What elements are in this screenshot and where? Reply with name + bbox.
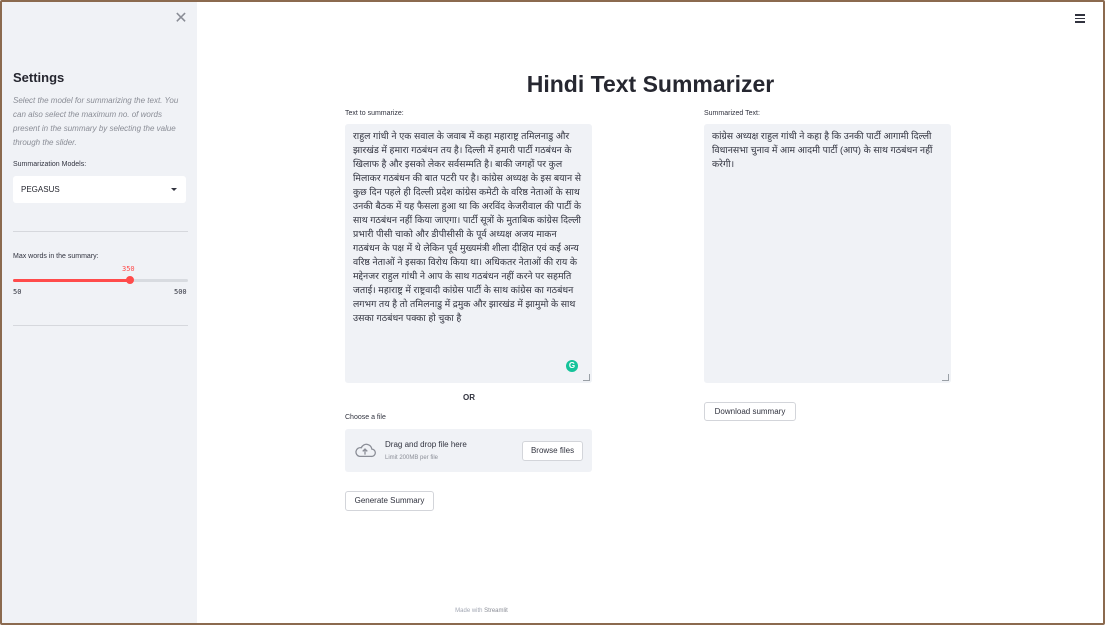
input-text-label: Text to summarize: (345, 110, 404, 117)
page-title: Hindi Text Summarizer (526, 71, 775, 97)
summary-text: कांग्रेस अध्यक्ष राहुल गांधी ने कहा है क… (712, 131, 933, 169)
app-window: ✕ Settings Select the model for summariz… (0, 0, 1105, 625)
hamburger-menu-icon[interactable] (1075, 14, 1085, 25)
slider-label: Max words in the summary: (13, 253, 99, 260)
or-separator: OR (463, 393, 475, 402)
dropzone-title: Drag and drop file here (385, 440, 467, 449)
chevron-down-icon (171, 188, 177, 191)
slider-fill (13, 279, 130, 282)
sidebar-divider (13, 325, 188, 326)
file-upload-label: Choose a file (345, 414, 386, 421)
close-icon[interactable]: ✕ (174, 11, 188, 27)
grammarly-icon[interactable]: G (566, 360, 578, 372)
slider-min: 50 (13, 288, 22, 296)
footer-prefix: Made with (455, 608, 483, 614)
input-textarea[interactable]: राहुल गांधी ने एक सवाल के जवाब में कहा म… (345, 124, 592, 383)
dropzone-limit: Limit 200MB per file (385, 455, 439, 461)
max-words-slider[interactable] (13, 276, 188, 284)
footer: Made with Streamlit (198, 608, 765, 614)
input-text: राहुल गांधी ने एक सवाल के जवाब में कहा म… (353, 131, 582, 323)
slider-value: 350 (122, 265, 135, 273)
sidebar: ✕ Settings Select the model for summariz… (2, 2, 197, 623)
resize-handle-icon[interactable] (583, 374, 590, 381)
generate-summary-button[interactable]: Generate Summary (345, 491, 434, 511)
model-select[interactable]: PEGASUS (13, 176, 186, 203)
model-select-label: Summarization Models: (13, 161, 87, 168)
download-summary-button[interactable]: Download summary (704, 402, 796, 421)
browse-files-button[interactable]: Browse files (522, 441, 583, 461)
cloud-upload-icon (355, 443, 376, 458)
slider-max: 500 (174, 288, 187, 296)
sidebar-divider (13, 231, 188, 232)
resize-handle-icon[interactable] (942, 374, 949, 381)
sidebar-title: Settings (13, 70, 65, 85)
sidebar-description: Select the model for summarizing the tex… (13, 96, 179, 147)
streamlit-link[interactable]: Streamlit (484, 608, 508, 614)
file-dropzone[interactable]: Drag and drop file here Limit 200MB per … (345, 429, 592, 472)
model-select-value: PEGASUS (21, 185, 60, 194)
slider-thumb[interactable] (126, 276, 134, 284)
summary-label: Summarized Text: (704, 110, 760, 117)
summary-textarea[interactable]: कांग्रेस अध्यक्ष राहुल गांधी ने कहा है क… (704, 124, 951, 383)
